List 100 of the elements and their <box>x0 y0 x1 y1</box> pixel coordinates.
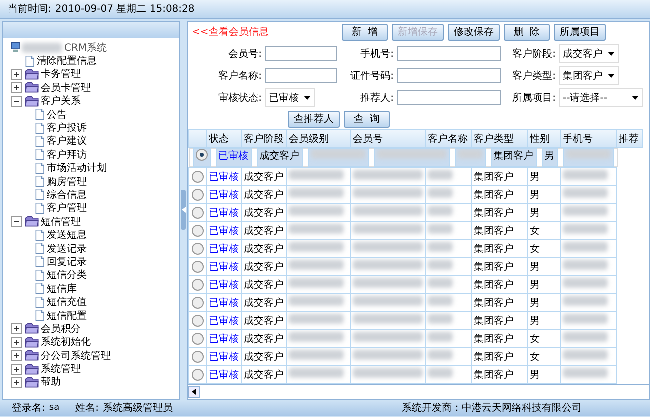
search-button[interactable]: 查推荐人 <box>288 110 340 128</box>
toolbar-button[interactable]: 修改保存 <box>448 24 500 40</box>
column-header[interactable]: 状态 <box>206 130 242 148</box>
collapse-icon[interactable] <box>11 216 22 228</box>
tree-folder[interactable]: 系统管理 <box>41 362 82 376</box>
caret-icon[interactable] <box>632 96 639 100</box>
tree-item[interactable]: 市场活动计划 <box>47 161 108 176</box>
input-field[interactable] <box>265 68 337 83</box>
tree-item[interactable]: 短信配置 <box>47 308 88 323</box>
tree-folder[interactable]: 分公司系统管理 <box>41 348 112 363</box>
tree-item[interactable]: 清除配置信息 <box>37 54 98 68</box>
radio-button[interactable] <box>192 224 204 236</box>
input-field[interactable] <box>397 46 501 61</box>
tree-item[interactable]: 客户建议 <box>47 134 88 148</box>
field-label: 推荐人: <box>360 92 395 104</box>
blurred-text <box>563 278 608 288</box>
table-cell: 男 <box>542 148 558 167</box>
toolbar-button[interactable]: 删 除 <box>504 24 550 40</box>
toolbar-button[interactable]: 所属项目 <box>554 24 606 40</box>
tree-item[interactable]: 回复记录 <box>47 254 88 269</box>
dropdown[interactable]: 集团客户 <box>559 66 619 85</box>
radio-button[interactable] <box>196 149 208 161</box>
blurred-text <box>289 242 344 252</box>
input-field[interactable] <box>397 90 501 105</box>
radio-button[interactable] <box>192 350 204 362</box>
table-cell: 成交客户 <box>242 348 286 366</box>
tree-folder[interactable]: 客户关系 <box>41 94 82 108</box>
radio-button[interactable] <box>192 188 204 200</box>
expand-icon[interactable] <box>11 364 22 375</box>
tree-item[interactable]: 公告 <box>47 108 68 122</box>
input-field[interactable] <box>265 46 337 61</box>
column-header[interactable]: 手机号 <box>560 130 616 148</box>
tree-root[interactable]: CRM系统 <box>64 40 107 55</box>
table-cell: 已审核 <box>206 186 242 204</box>
radio-button[interactable] <box>192 170 204 182</box>
dropdown[interactable]: 成交客户 <box>559 44 619 63</box>
tree-item[interactable]: 短信充值 <box>47 295 88 310</box>
tree-item[interactable]: 综合信息 <box>47 188 88 202</box>
column-header[interactable]: 会员级别 <box>286 130 350 148</box>
dropdown[interactable]: 已审核 <box>265 88 315 107</box>
tree-item[interactable]: 发送短息 <box>47 228 88 242</box>
tree-item[interactable]: 短信库 <box>47 282 78 296</box>
tree-folder[interactable]: 系统初始化 <box>41 335 92 350</box>
blurred-text <box>428 170 453 180</box>
radio-button[interactable] <box>192 278 204 290</box>
tree-folder[interactable]: 会员卡管理 <box>41 80 92 95</box>
table-cell: 已审核 <box>206 204 242 222</box>
document-icon <box>35 296 46 308</box>
toolbar-button[interactable]: 新 增 <box>342 24 388 40</box>
radio-button[interactable] <box>192 332 204 344</box>
folder-icon <box>25 376 40 388</box>
scroll-left-icon[interactable] <box>188 386 200 398</box>
radio-button[interactable] <box>192 296 204 308</box>
radio-button[interactable] <box>192 242 204 254</box>
dropdown[interactable]: --请选择-- <box>559 88 643 107</box>
column-header[interactable]: 性别 <box>528 130 560 148</box>
tree-folder[interactable]: 帮助 <box>41 375 62 390</box>
table-cell: 已审核 <box>206 348 242 366</box>
tree-folder[interactable]: 卡务管理 <box>41 67 82 82</box>
folder-icon <box>25 364 40 375</box>
radio-button[interactable] <box>192 206 204 218</box>
caret-icon[interactable] <box>608 52 615 56</box>
table-cell: 成交客户 <box>242 276 286 294</box>
collapse-icon[interactable] <box>11 96 22 107</box>
login-label: 登录名: <box>12 402 46 415</box>
expand-icon[interactable] <box>11 82 22 94</box>
column-header[interactable]: 会员号 <box>350 130 426 148</box>
expand-icon[interactable] <box>11 68 22 80</box>
column-header[interactable]: 客户类型 <box>472 130 528 148</box>
document-icon <box>35 136 46 147</box>
blurred-text <box>289 368 344 378</box>
field-label: 证件号码: <box>350 70 395 82</box>
developer-text: 系统开发商：中港云天网络科技有限公司 <box>402 402 582 415</box>
column-header[interactable]: 客户阶段 <box>242 130 286 148</box>
tree-item[interactable]: 短信分类 <box>47 268 88 282</box>
radio-button[interactable] <box>192 260 204 272</box>
tree-item[interactable]: 客户投诉 <box>47 121 88 136</box>
blurred-text <box>353 170 423 180</box>
search-button[interactable]: 查 询 <box>344 110 390 128</box>
expand-icon[interactable] <box>11 376 22 388</box>
expand-icon[interactable] <box>11 323 22 334</box>
input-field[interactable] <box>397 68 501 83</box>
tree-item[interactable]: 购房管理 <box>47 174 88 189</box>
tree-folder[interactable]: 短信管理 <box>41 214 82 229</box>
column-header[interactable]: 客户名称 <box>426 130 472 148</box>
tree-item[interactable]: 客户拜访 <box>47 148 88 162</box>
radio-button[interactable] <box>192 314 204 326</box>
tree-folder[interactable]: 会员积分 <box>41 322 82 336</box>
tree-item[interactable]: 客户管理 <box>47 201 88 216</box>
caret-icon[interactable] <box>608 74 615 78</box>
column-header[interactable]: 推荐 <box>616 130 642 148</box>
tree-item[interactable]: 发送记录 <box>47 242 88 256</box>
collapse-handle[interactable] <box>181 190 186 230</box>
expand-icon[interactable] <box>11 350 22 362</box>
page-title[interactable]: <<查看会员信息 <box>192 25 342 39</box>
expand-icon[interactable] <box>11 336 22 348</box>
blurred-text <box>289 278 344 288</box>
radio-button[interactable] <box>192 368 204 380</box>
caret-icon[interactable] <box>304 96 311 100</box>
table-cell: 集团客户 <box>472 168 528 186</box>
